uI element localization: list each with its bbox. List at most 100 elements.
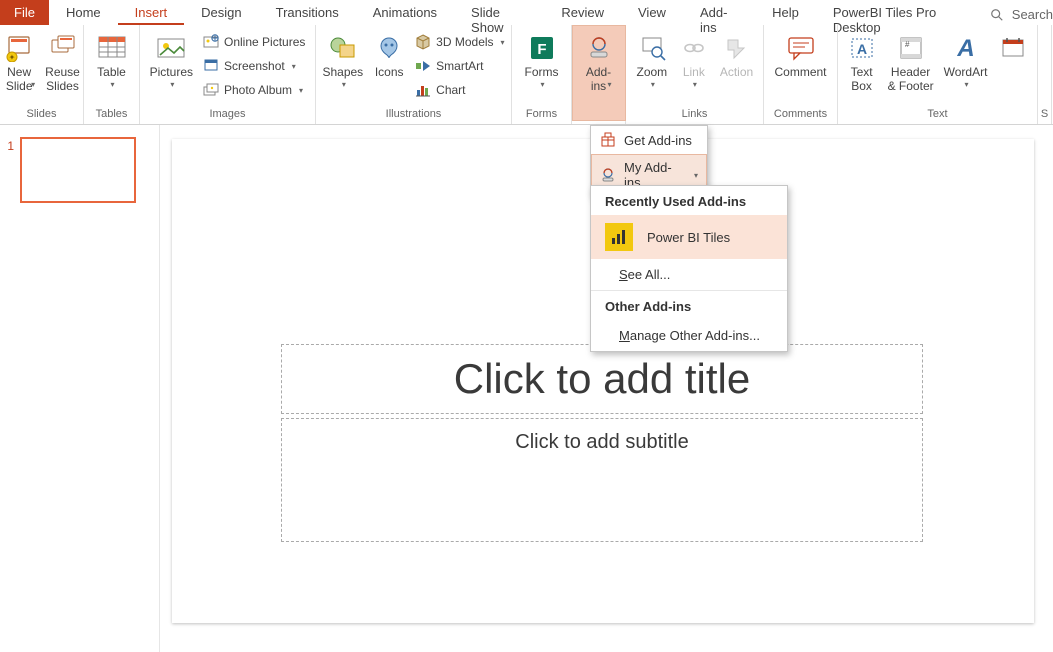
svg-text:F: F: [537, 41, 546, 58]
svg-text:A: A: [857, 41, 867, 57]
wordart-label: WordArt: [944, 66, 988, 80]
online-pictures-button[interactable]: Online Pictures: [198, 31, 310, 53]
tab-view[interactable]: View: [621, 0, 683, 25]
zoom-icon: [636, 32, 668, 64]
tab-insert[interactable]: Insert: [118, 0, 185, 25]
chevron-down-icon: ▾: [342, 80, 346, 89]
tab-slideshow[interactable]: Slide Show: [454, 0, 544, 25]
textbox-button[interactable]: A Text Box: [841, 29, 883, 97]
group-comments-label: Comments: [764, 108, 837, 124]
textbox-icon: A: [846, 32, 878, 64]
comment-label: Comment: [775, 66, 827, 80]
tab-animations[interactable]: Animations: [356, 0, 454, 25]
addin-power-bi-tiles-label: Power BI Tiles: [647, 230, 730, 245]
tab-file[interactable]: File: [0, 0, 49, 25]
new-slide-icon: ✦: [3, 32, 35, 64]
slide-thumbnail-panel: 1: [0, 125, 160, 652]
search-label: Search: [1012, 7, 1053, 22]
addins-button[interactable]: Add- ins ▾: [572, 25, 626, 121]
store-icon: [600, 132, 616, 148]
power-bi-icon: [605, 223, 633, 251]
cube-icon: [415, 34, 431, 50]
workspace: 1 Click to add title Click to add subtit…: [0, 125, 1053, 652]
textbox-label: Text Box: [851, 66, 873, 94]
search-icon: [990, 8, 1004, 22]
group-images: Pictures ▾ Online Pictures Screenshot ▾: [140, 25, 316, 124]
chevron-down-icon: ▾: [501, 38, 505, 47]
header-footer-icon: #: [895, 32, 927, 64]
table-label: Table: [97, 66, 126, 80]
photo-album-icon: [203, 82, 219, 98]
manage-rest: anage Other Add-ins...: [630, 328, 760, 343]
group-forms-label: Forms: [512, 108, 571, 124]
subtitle-placeholder[interactable]: Click to add subtitle: [282, 419, 922, 541]
action-button: Action: [715, 29, 758, 83]
my-addins-submenu: Recently Used Add-ins Power BI Tiles See…: [590, 185, 788, 352]
reuse-slides-button[interactable]: Reuse Slides: [40, 29, 85, 97]
chevron-down-icon: ▾: [965, 80, 969, 89]
chevron-down-icon: ▾: [299, 86, 303, 95]
tab-design[interactable]: Design: [184, 0, 258, 25]
get-addins-item[interactable]: Get Add-ins: [591, 126, 707, 154]
pictures-label: Pictures: [150, 66, 193, 80]
date-time-icon: [997, 32, 1029, 64]
comment-icon: [785, 32, 817, 64]
icons-button[interactable]: Icons: [368, 29, 410, 83]
new-slide-label: New Slide: [6, 66, 33, 94]
title-placeholder[interactable]: Click to add title: [282, 345, 922, 413]
date-time-button[interactable]: [992, 29, 1034, 67]
group-comments: Comment Comments: [764, 25, 838, 124]
chevron-down-icon: ▾: [31, 80, 35, 89]
screenshot-button[interactable]: Screenshot ▾: [198, 55, 310, 77]
tab-powerbi-tiles-pro[interactable]: PowerBI Tiles Pro Desktop: [816, 0, 984, 25]
table-icon: [96, 32, 128, 64]
shapes-button[interactable]: Shapes ▾: [317, 29, 368, 92]
wordart-icon: A: [950, 32, 982, 64]
forms-button[interactable]: F Forms ▾: [520, 29, 564, 92]
chevron-down-icon: ▾: [170, 80, 174, 89]
group-illustrations-label: Illustrations: [316, 108, 511, 124]
see-all-rest: ee All...: [628, 267, 671, 282]
3d-models-button[interactable]: 3D Models ▾: [410, 31, 509, 53]
chart-label: Chart: [436, 83, 465, 97]
zoom-button[interactable]: Zoom ▾: [631, 29, 673, 92]
slide-thumbnail-1[interactable]: [20, 137, 136, 203]
tab-help[interactable]: Help: [755, 0, 816, 25]
link-button: Link ▾: [673, 29, 715, 92]
tab-transitions[interactable]: Transitions: [259, 0, 356, 25]
chevron-down-icon: ▾: [607, 80, 611, 89]
chart-button[interactable]: Chart: [410, 79, 509, 101]
group-addins: Add- ins ▾: [572, 25, 626, 124]
subtitle-placeholder-text: Click to add subtitle: [515, 431, 688, 454]
addins-icon: [583, 32, 615, 64]
my-addins-icon: [600, 167, 616, 183]
header-footer-button[interactable]: # Header & Footer: [883, 29, 939, 97]
wordart-button[interactable]: A WordArt ▾: [939, 29, 993, 92]
group-tables: Table ▾ Tables: [84, 25, 140, 124]
shapes-icon: [327, 32, 359, 64]
group-slides-label: Slides: [0, 108, 83, 124]
title-placeholder-text: Click to add title: [454, 355, 750, 403]
pictures-icon: [155, 32, 187, 64]
tab-review[interactable]: Review: [544, 0, 621, 25]
see-all-item[interactable]: See All...: [591, 259, 787, 290]
icons-icon: [373, 32, 405, 64]
ribbon-search[interactable]: Search: [990, 3, 1053, 25]
screenshot-label: Screenshot: [224, 59, 285, 73]
group-tables-label: Tables: [84, 108, 139, 124]
manage-other-addins-item[interactable]: Manage Other Add-ins...: [591, 320, 787, 351]
comment-button[interactable]: Comment: [770, 29, 832, 83]
tab-addins[interactable]: Add-ins: [683, 0, 755, 25]
smartart-button[interactable]: SmartArt: [410, 55, 509, 77]
ribbon: ✦ New Slide ▾ Reuse Slides Slides Table …: [0, 25, 1053, 125]
reuse-slides-icon: [47, 32, 79, 64]
new-slide-button[interactable]: ✦ New Slide ▾: [0, 29, 40, 92]
table-button[interactable]: Table ▾: [91, 29, 133, 92]
addin-power-bi-tiles[interactable]: Power BI Tiles: [591, 215, 787, 259]
photo-album-button[interactable]: Photo Album ▾: [198, 79, 310, 101]
pictures-button[interactable]: Pictures ▾: [145, 29, 198, 92]
group-links: Zoom ▾ Link ▾ Action Links: [626, 25, 764, 124]
tab-home[interactable]: Home: [49, 0, 118, 25]
icons-label: Icons: [375, 66, 404, 80]
group-illustrations: Shapes ▾ Icons 3D Models ▾: [316, 25, 512, 124]
